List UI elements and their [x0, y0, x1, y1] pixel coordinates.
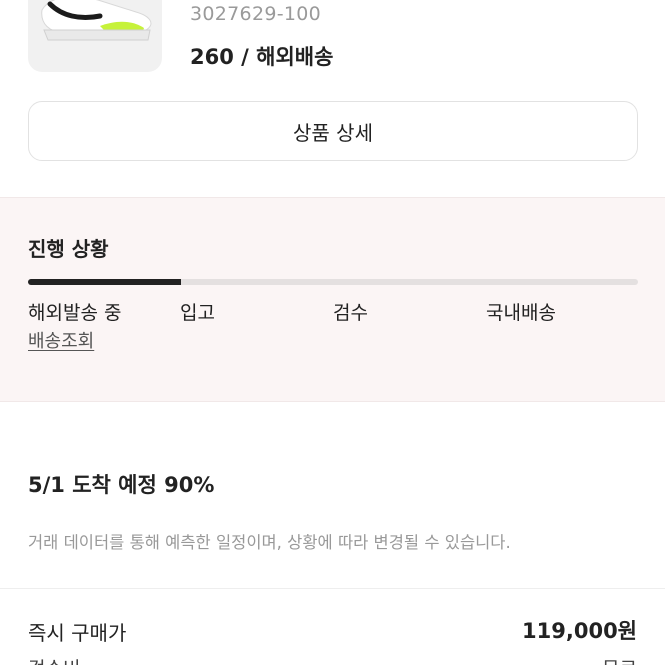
- progress-track: [28, 279, 638, 285]
- instant-buy-price: 119,000원: [522, 619, 637, 643]
- tracking-link[interactable]: 배송조회: [28, 327, 94, 353]
- step-domestic-shipping: 국내배송: [486, 302, 556, 324]
- eta-note: 거래 데이터를 통해 예측한 일정이며, 상황에 따라 변경될 수 있습니다.: [28, 533, 511, 552]
- progress-section: 진행 상황 해외발송 중 입고 검수 국내배송 배송조회: [0, 197, 665, 402]
- product-summary: 3027629-100 260 / 해외배송: [0, 0, 665, 80]
- step-inspection: 검수: [333, 302, 368, 324]
- inspection-fee-value: 무료: [602, 654, 637, 665]
- progress-fill: [28, 279, 181, 285]
- product-detail-button[interactable]: 상품 상세: [28, 101, 638, 161]
- product-style-code: 3027629-100: [190, 3, 322, 25]
- product-thumbnail[interactable]: [28, 0, 162, 72]
- inspection-fee-label: 검수비: [28, 654, 80, 665]
- progress-title: 진행 상황: [28, 237, 109, 261]
- section-divider: [0, 588, 665, 589]
- sneaker-image: [41, 0, 152, 41]
- instant-buy-label: 즉시 구매가: [28, 621, 127, 645]
- step-warehousing: 입고: [180, 302, 215, 324]
- step-overseas-shipping: 해외발송 중: [28, 302, 122, 324]
- product-size-shipping: 260 / 해외배송: [190, 45, 334, 69]
- product-detail-label: 상품 상세: [293, 120, 373, 145]
- eta-headline: 5/1 도착 예정 90%: [28, 473, 215, 497]
